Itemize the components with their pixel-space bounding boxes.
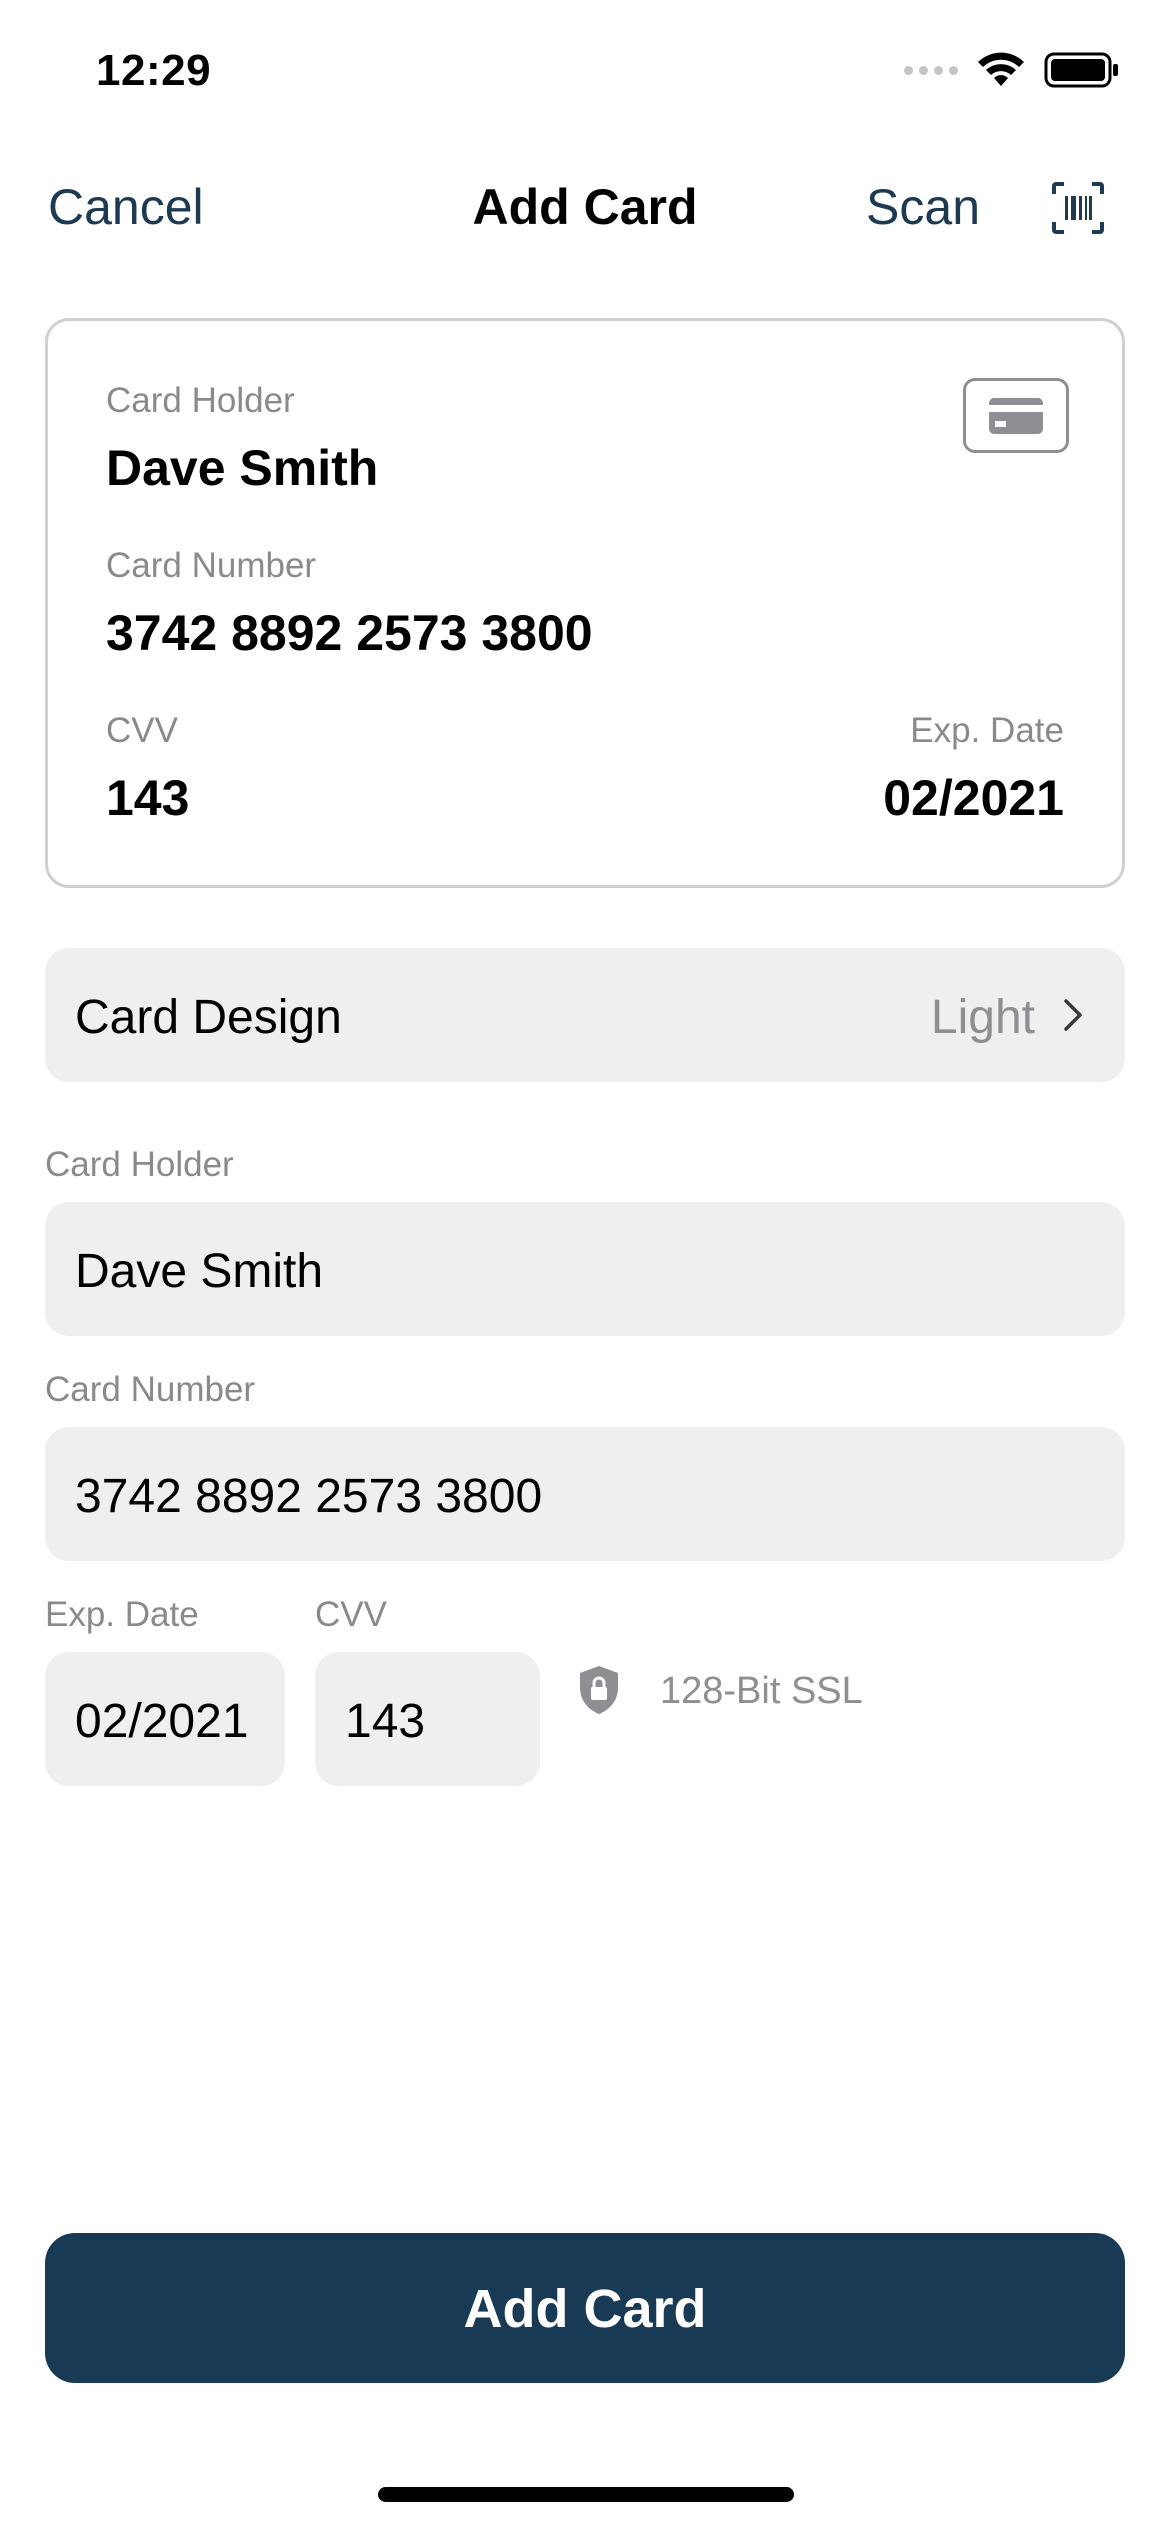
ssl-label: 128-Bit SSL bbox=[660, 1670, 863, 1712]
home-indicator[interactable] bbox=[378, 2487, 794, 2502]
cvv-field-label: CVV bbox=[315, 1595, 387, 1634]
cvv-value: 143 bbox=[345, 1695, 426, 1748]
holder-field-label: Card Holder bbox=[45, 1145, 234, 1184]
preview-number-value: 3742 8892 2573 3800 bbox=[106, 605, 593, 661]
card-design-value: Light bbox=[930, 991, 1035, 1044]
preview-cvv-value: 143 bbox=[106, 770, 190, 826]
card-design-label: Card Design bbox=[75, 991, 342, 1044]
preview-holder-label: Card Holder bbox=[106, 381, 295, 420]
preview-number-label: Card Number bbox=[106, 546, 317, 585]
card-holder-input[interactable]: Dave Smith bbox=[45, 1202, 1125, 1336]
number-field-label: Card Number bbox=[45, 1370, 256, 1409]
card-number-value: 3742 8892 2573 3800 bbox=[75, 1470, 543, 1523]
preview-holder-value: Dave Smith bbox=[106, 440, 379, 496]
card-holder-value: Dave Smith bbox=[75, 1245, 324, 1298]
preview-exp-label: Exp. Date bbox=[910, 711, 1064, 750]
exp-field-label: Exp. Date bbox=[45, 1595, 199, 1634]
card-design-row[interactable]: Card Design Light bbox=[45, 948, 1125, 1082]
add-card-screen: 12:29 Cancel Add Card Scan Card Holder D… bbox=[0, 0, 1170, 2532]
status-time: 12:29 bbox=[96, 46, 212, 95]
card-preview: Card Holder Dave Smith Card Number 3742 … bbox=[45, 318, 1125, 888]
scan-button[interactable]: Scan bbox=[866, 178, 980, 236]
wifi-icon bbox=[978, 52, 1024, 86]
shield-lock-icon bbox=[580, 1666, 618, 1714]
barcode-scan-icon[interactable] bbox=[1050, 180, 1106, 236]
page-title: Add Card bbox=[472, 179, 698, 235]
cvv-input[interactable]: 143 bbox=[315, 1652, 540, 1786]
add-card-button-label: Add Card bbox=[463, 2279, 707, 2339]
credit-card-icon bbox=[963, 378, 1069, 453]
preview-exp-value: 02/2021 bbox=[883, 770, 1064, 826]
preview-cvv-label: CVV bbox=[106, 711, 178, 750]
signal-icon bbox=[904, 65, 958, 75]
add-card-button[interactable]: Add Card bbox=[45, 2233, 1125, 2383]
chevron-right-icon bbox=[1064, 999, 1082, 1031]
exp-date-value: 02/2021 bbox=[75, 1695, 249, 1748]
status-icons bbox=[904, 52, 1120, 88]
card-number-input[interactable]: 3742 8892 2573 3800 bbox=[45, 1427, 1125, 1561]
battery-icon bbox=[1044, 52, 1118, 88]
exp-date-input[interactable]: 02/2021 bbox=[45, 1652, 285, 1786]
